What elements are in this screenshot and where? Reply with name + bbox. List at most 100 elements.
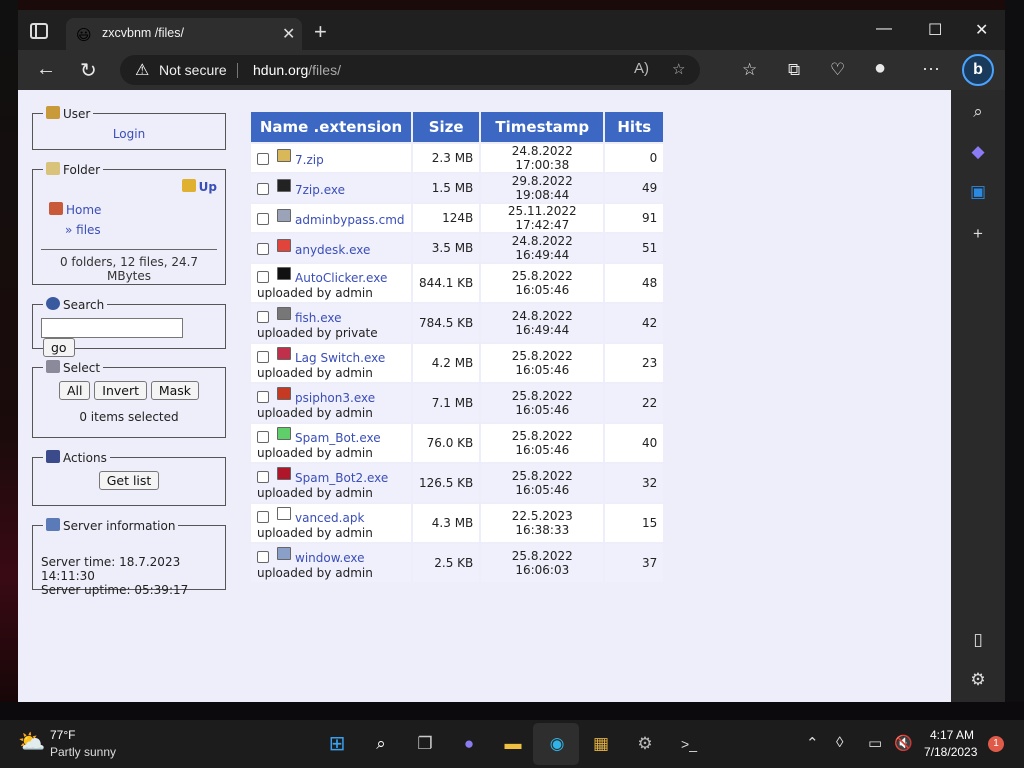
tab-actions-icon[interactable] <box>30 23 48 39</box>
file-timestamp-cell: 25.11.2022 17:42:47 <box>481 204 604 232</box>
file-timestamp-cell: 24.8.2022 16:49:44 <box>481 304 604 342</box>
file-name-cell: psiphon3.exe uploaded by admin <box>251 384 411 422</box>
row-checkbox[interactable] <box>257 153 269 165</box>
sidebar-settings-icon[interactable]: ⚙ <box>951 670 1005 690</box>
file-explorer-icon[interactable]: ▬ <box>499 730 527 758</box>
not-secure-label[interactable]: Not secure <box>159 62 227 78</box>
up-link[interactable]: Up <box>199 180 217 194</box>
sidebar-layout-icon[interactable]: ▯ <box>951 630 1005 650</box>
row-checkbox[interactable] <box>257 350 269 363</box>
favorite-star-icon[interactable]: ☆ <box>672 60 685 78</box>
back-arrow-icon[interactable]: ← <box>36 58 56 81</box>
7zip-icon <box>277 179 291 192</box>
settings-gear-icon[interactable]: ⚙ <box>631 730 659 758</box>
page-viewport: User Login Folder Up Home » files 0 fold… <box>18 90 951 702</box>
maximize-icon[interactable]: ☐ <box>928 20 942 40</box>
partly-sunny-icon[interactable]: ⛅ <box>18 729 45 755</box>
taskbar-search-icon[interactable]: ⌕ <box>367 730 395 758</box>
network-icon[interactable]: ◊ <box>836 734 843 751</box>
window-close-icon[interactable]: ✕ <box>975 20 988 40</box>
user-legend: User <box>43 106 93 121</box>
tab-current[interactable]: 😃 zxcvbnm /files/ ✕ <box>66 18 302 50</box>
column-header-name[interactable]: Name .extension <box>251 112 411 142</box>
mask-button[interactable]: Mask <box>150 381 200 400</box>
read-aloud-icon[interactable]: A) <box>634 60 649 77</box>
file-link[interactable]: Lag Switch.exe <box>295 351 385 365</box>
file-link[interactable]: Spam_Bot2.exe <box>295 471 388 485</box>
bing-copilot-icon[interactable]: b <box>962 54 994 86</box>
microsoft-store-icon[interactable]: ▦ <box>587 730 615 758</box>
weather-temperature[interactable]: 77°F <box>50 728 75 742</box>
taskbar: ⛅ 77°F Partly sunny ⊞ ⌕ ❐ ● ▬ ◉ ▦ ⚙ >_ ⌃… <box>0 720 1024 768</box>
file-link[interactable]: AutoClicker.exe <box>295 271 387 285</box>
column-header-timestamp[interactable]: Timestamp <box>481 112 604 142</box>
invert-selection-button[interactable]: Invert <box>94 381 148 400</box>
file-size-cell: 126.5 KB <box>413 464 480 502</box>
row-checkbox[interactable] <box>257 470 269 483</box>
task-view-icon[interactable]: ❐ <box>411 730 439 758</box>
collections-icon[interactable]: ⧉ <box>788 60 800 80</box>
url-text[interactable]: hdun.org/files/ <box>253 62 341 78</box>
favorites-icon[interactable]: ☆ <box>742 60 757 80</box>
refresh-icon[interactable]: ↻ <box>80 58 97 83</box>
scissors-icon <box>46 360 60 373</box>
minimize-icon[interactable]: — <box>876 20 892 38</box>
weather-description[interactable]: Partly sunny <box>50 745 116 759</box>
file-link[interactable]: anydesk.exe <box>295 243 370 257</box>
column-header-size[interactable]: Size <box>413 112 480 142</box>
files-table: Name .extension Size Timestamp Hits 7.zi… <box>249 110 665 584</box>
row-checkbox[interactable] <box>257 390 269 403</box>
row-checkbox[interactable] <box>257 183 269 195</box>
uploader-label: uploaded by admin <box>257 525 373 540</box>
table-row: Spam_Bot.exe uploaded by admin 76.0 KB 25.8… <box>251 424 664 462</box>
sidebar-outlook-icon[interactable]: ▣ <box>951 182 1005 202</box>
row-checkbox[interactable] <box>257 430 269 443</box>
start-menu-icon[interactable]: ⊞ <box>323 730 351 758</box>
file-link[interactable]: psiphon3.exe <box>295 391 375 405</box>
file-link[interactable]: window.exe <box>295 551 365 565</box>
file-link[interactable]: adminbypass.cmd <box>295 213 405 227</box>
volume-muted-icon[interactable]: 🔇 <box>894 734 913 752</box>
row-checkbox[interactable] <box>257 270 269 283</box>
server-info-box: Server information Server time: 18.7.202… <box>32 518 226 597</box>
more-menu-icon[interactable]: ··· <box>922 58 940 79</box>
file-link[interactable]: fish.exe <box>295 311 342 325</box>
file-link[interactable]: vanced.apk <box>295 511 364 525</box>
search-input[interactable] <box>41 318 183 338</box>
go-button[interactable]: go <box>43 338 75 357</box>
file-link[interactable]: 7zip.exe <box>295 183 345 197</box>
clock-date[interactable]: 7/18/2023 <box>924 745 977 759</box>
home-link[interactable]: Home <box>66 203 101 217</box>
profile-avatar-icon[interactable]: ● <box>874 57 886 80</box>
sidebar-add-icon[interactable]: + <box>951 224 1005 244</box>
close-icon[interactable]: ✕ <box>282 24 295 44</box>
row-checkbox[interactable] <box>257 550 269 563</box>
row-checkbox[interactable] <box>257 510 269 523</box>
row-checkbox[interactable] <box>257 213 269 225</box>
clock-time[interactable]: 4:17 AM <box>930 728 974 742</box>
get-list-button[interactable]: Get list <box>98 471 160 490</box>
file-timestamp-cell: 25.8.2022 16:05:46 <box>481 464 604 502</box>
login-link[interactable]: Login <box>113 127 145 141</box>
column-header-hits[interactable]: Hits <box>605 112 664 142</box>
browser-essentials-icon[interactable]: ♡ <box>830 60 845 80</box>
sidebar-search-icon[interactable]: ⌕ <box>951 102 1005 122</box>
home-icon <box>49 202 63 215</box>
teams-chat-icon[interactable]: ● <box>455 730 483 758</box>
notification-badge[interactable]: 1 <box>988 736 1004 752</box>
sidebar-copilot-icon[interactable]: ◆ <box>951 142 1005 162</box>
row-checkbox[interactable] <box>257 310 269 323</box>
address-bar[interactable]: ⚠ Not secure hdun.org/files/ A) ☆ <box>120 55 700 85</box>
file-link[interactable]: 7.zip <box>295 153 324 167</box>
file-link[interactable]: Spam_Bot.exe <box>295 431 381 445</box>
current-folder-link[interactable]: » files <box>65 223 101 237</box>
edge-browser-icon[interactable]: ◉ <box>543 730 571 758</box>
new-tab-icon[interactable]: + <box>314 19 327 45</box>
file-hits-cell: 15 <box>605 504 664 542</box>
select-all-button[interactable]: All <box>58 381 91 400</box>
terminal-icon[interactable]: >_ <box>675 730 703 758</box>
row-checkbox[interactable] <box>257 243 269 255</box>
show-hidden-icons-chevron-icon[interactable]: ⌃ <box>806 734 819 752</box>
display-icon[interactable]: ▭ <box>868 734 882 752</box>
window-icon <box>277 546 291 560</box>
